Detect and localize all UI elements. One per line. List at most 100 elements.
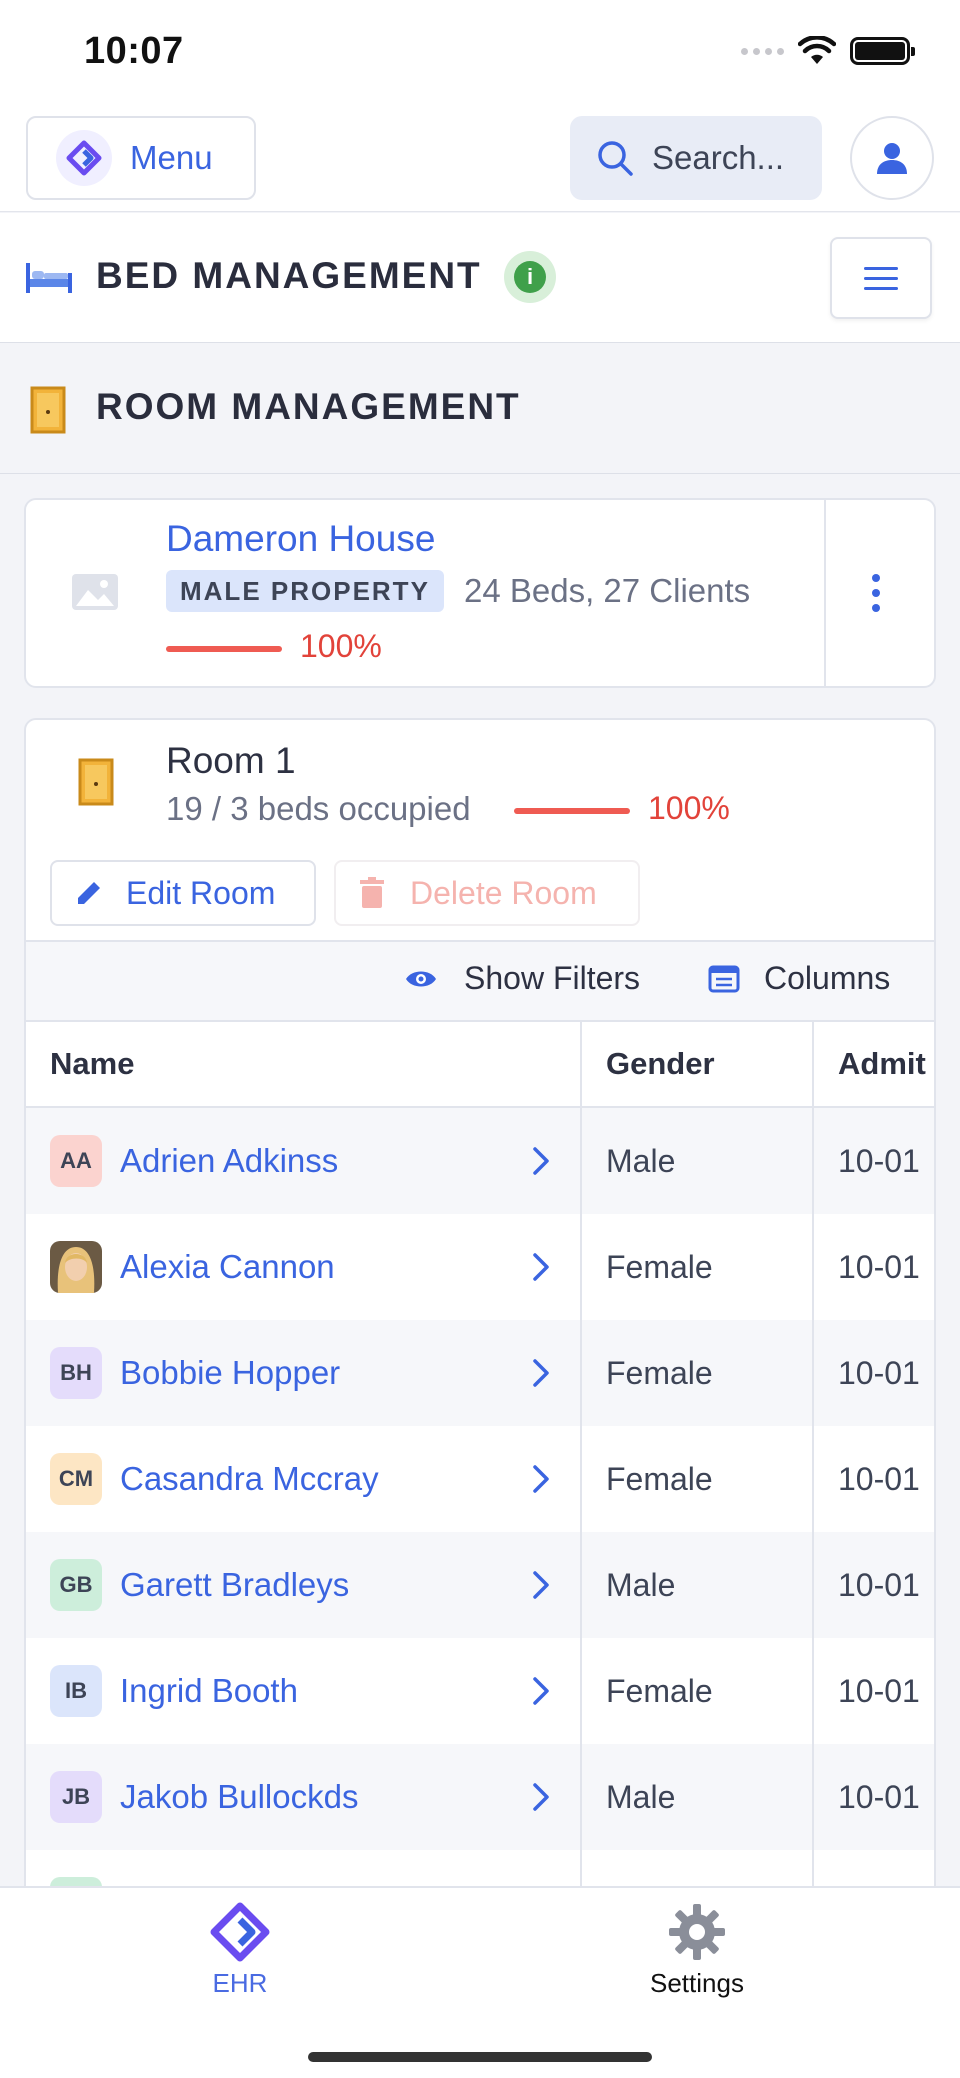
client-gender: Male	[582, 1532, 814, 1638]
property-occupancy-percent: 100%	[300, 628, 382, 664]
client-name-link[interactable]: Jakob Bullockds	[120, 1778, 358, 1816]
client-admit-date: 10-01	[838, 1142, 920, 1179]
room-card: Room 1 19 / 3 beds occupied 100% Edit Ro…	[24, 718, 936, 1898]
table-row: GB Garett Bradleys Male 10-01	[26, 1532, 934, 1638]
client-gender: Female	[582, 1638, 814, 1744]
property-card: Dameron House MALE PROPERTY 24 Beds, 27 …	[24, 498, 936, 688]
property-name-link[interactable]: Dameron House	[166, 518, 435, 560]
tab-ehr-label: EHR	[212, 1968, 268, 1998]
cellular-signal-icon	[741, 47, 784, 55]
status-bar: 10:07	[0, 0, 960, 100]
tab-ehr[interactable]: EHR	[200, 1902, 280, 1999]
menu-label: Menu	[130, 139, 213, 176]
table-header: Name Gender Admit	[26, 1022, 934, 1108]
room-occupancy-text: 19 / 3 beds occupied	[166, 790, 471, 827]
column-header-gender[interactable]: Gender	[582, 1022, 814, 1106]
property-occupancy-bar	[166, 646, 282, 652]
columns-icon	[708, 965, 740, 992]
chevron-right-icon[interactable]	[532, 1570, 550, 1600]
status-time: 10:07	[84, 30, 184, 72]
column-header-name[interactable]: Name	[26, 1022, 582, 1106]
client-name-link[interactable]: Bobbie Hopper	[120, 1354, 340, 1392]
search-icon	[598, 141, 633, 176]
client-avatar: AA	[50, 1135, 102, 1187]
pencil-icon	[78, 882, 100, 904]
app-logo-icon	[56, 130, 112, 186]
table-toolbar: Show Filters Columns	[26, 940, 934, 1022]
user-profile-button[interactable]	[850, 116, 934, 200]
chevron-right-icon[interactable]	[532, 1676, 550, 1706]
eye-icon	[406, 971, 436, 986]
table-row: Alexia Cannon Female 10-01	[26, 1214, 934, 1320]
delete-room-label: Delete Room	[410, 874, 597, 911]
delete-room-button[interactable]: Delete Room	[334, 860, 640, 926]
room-occupancy-percent: 100%	[648, 790, 730, 826]
edit-room-button[interactable]: Edit Room	[50, 860, 316, 926]
property-stats: 24 Beds, 27 Clients	[464, 572, 751, 609]
show-filters-label: Show Filters	[464, 960, 641, 996]
bed-management-header: BED MANAGEMENT i	[0, 213, 960, 343]
more-options-icon[interactable]	[872, 574, 880, 612]
client-admit-date: 10-01	[838, 1778, 920, 1815]
info-icon[interactable]: i	[504, 251, 556, 303]
client-gender: Male	[582, 1108, 814, 1214]
client-avatar: JB	[50, 1771, 102, 1823]
room-name: Room 1	[166, 740, 296, 781]
bottom-navigation: EHR Settings	[0, 1886, 960, 2078]
client-photo-avatar	[50, 1241, 102, 1293]
property-type-badge: MALE PROPERTY	[166, 570, 444, 612]
battery-icon	[850, 37, 915, 65]
client-admit-date: 10-01	[838, 1354, 920, 1391]
tab-settings[interactable]: Settings	[650, 1902, 744, 1999]
chevron-right-icon[interactable]	[532, 1782, 550, 1812]
client-avatar: IB	[50, 1665, 102, 1717]
table-row: IB Ingrid Booth Female 10-01	[26, 1638, 934, 1744]
search-input[interactable]: Search...	[570, 116, 822, 200]
search-placeholder: Search...	[652, 139, 785, 176]
wifi-icon	[798, 36, 836, 64]
columns-label: Columns	[764, 960, 891, 996]
bed-icon	[26, 263, 72, 293]
column-header-admit[interactable]: Admit	[814, 1022, 934, 1106]
client-admit-date: 10-01	[838, 1672, 920, 1709]
show-filters-button[interactable]: Show Filters	[404, 960, 640, 997]
chevron-right-icon[interactable]	[532, 1252, 550, 1282]
trash-icon	[360, 877, 384, 908]
client-admit-date: 10-01	[838, 1248, 920, 1285]
top-bar: Menu Search...	[0, 100, 960, 212]
client-gender: Female	[582, 1320, 814, 1426]
room-occupancy-bar	[514, 808, 630, 814]
table-row: JB Jakob Bullockds Male 10-01	[26, 1744, 934, 1850]
client-name-link[interactable]: Casandra Mccray	[120, 1460, 379, 1498]
chevron-right-icon[interactable]	[532, 1464, 550, 1494]
table-row: AA Adrien Adkinss Male 10-01	[26, 1108, 934, 1214]
tab-settings-label: Settings	[650, 1968, 744, 1998]
status-icons	[741, 36, 915, 66]
chevron-right-icon[interactable]	[532, 1146, 550, 1176]
door-icon	[30, 386, 66, 434]
hamburger-menu-button[interactable]	[830, 237, 932, 319]
user-icon	[877, 143, 907, 174]
ehr-logo-icon	[210, 1902, 270, 1962]
chevron-right-icon[interactable]	[532, 1358, 550, 1388]
divider	[824, 500, 826, 686]
columns-button[interactable]: Columns	[708, 960, 890, 997]
client-avatar: BH	[50, 1347, 102, 1399]
room-management-header: ROOM MANAGEMENT	[0, 344, 960, 474]
door-icon	[78, 758, 114, 806]
menu-button[interactable]: Menu	[26, 116, 256, 200]
client-avatar: CM	[50, 1453, 102, 1505]
home-indicator	[308, 2052, 652, 2062]
client-admit-date: 10-01	[838, 1460, 920, 1497]
gear-icon	[668, 1904, 725, 1960]
client-name-link[interactable]: Alexia Cannon	[120, 1248, 335, 1286]
client-name-link[interactable]: Garett Bradleys	[120, 1566, 349, 1604]
client-gender: Male	[582, 1744, 814, 1850]
client-name-link[interactable]: Ingrid Booth	[120, 1672, 298, 1710]
client-name-link[interactable]: Adrien Adkinss	[120, 1142, 338, 1180]
image-placeholder-icon	[72, 574, 118, 610]
table-row: CM Casandra Mccray Female 10-01	[26, 1426, 934, 1532]
client-gender: Female	[582, 1426, 814, 1532]
page-title: BED MANAGEMENT	[96, 255, 482, 296]
client-avatar: GB	[50, 1559, 102, 1611]
